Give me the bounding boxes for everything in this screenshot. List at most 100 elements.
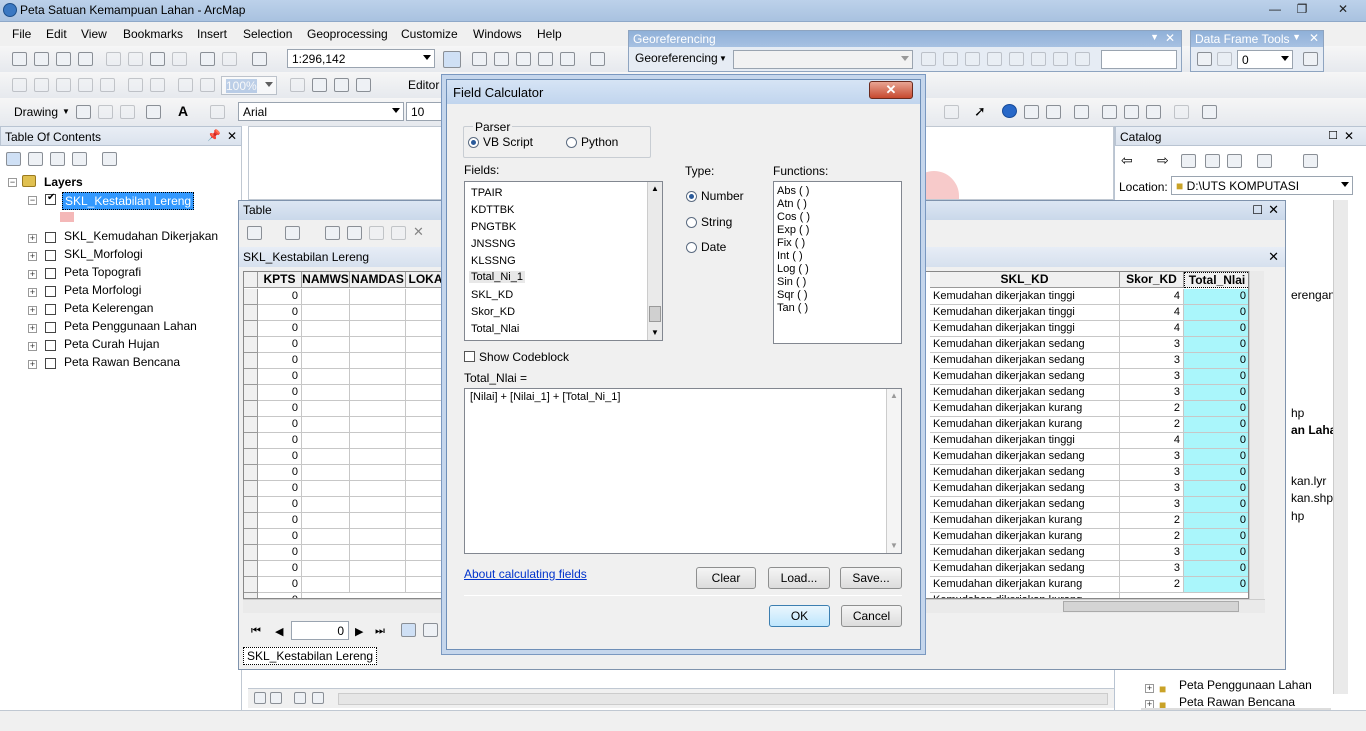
layer-4-expand-icon[interactable]: + (28, 288, 37, 297)
menu-file[interactable]: File (12, 27, 31, 41)
cell-skl-kd[interactable]: Kemudahan dikerjakan kurang (930, 401, 1120, 417)
layer-3-label[interactable]: Peta Topografi (64, 265, 141, 279)
dialog-close-button[interactable]: ✕ (869, 81, 913, 99)
row-selector[interactable] (244, 465, 258, 481)
layer-1-expand-icon[interactable]: + (28, 234, 37, 243)
change-layout-icon[interactable] (334, 78, 349, 92)
table-options-icon[interactable] (247, 226, 262, 240)
header-loka[interactable]: LOKA (406, 272, 446, 288)
cell-kpts[interactable]: 0 (258, 497, 302, 513)
cell-namdas[interactable] (350, 481, 406, 497)
open-icon[interactable] (34, 52, 49, 66)
cell-namws[interactable] (302, 369, 350, 385)
cell-skor-kd[interactable]: 3 (1120, 353, 1184, 369)
list-by-source-icon[interactable] (28, 152, 43, 166)
row-selector[interactable] (244, 481, 258, 497)
table-hscroll-thumb[interactable] (1063, 601, 1239, 612)
cell-skl-kd[interactable]: Kemudahan dikerjakan tinggi (930, 433, 1120, 449)
header-skl-kd[interactable]: SKL_KD (930, 272, 1120, 288)
clear-selection-icon[interactable] (369, 226, 384, 240)
undo-icon[interactable] (200, 52, 215, 66)
field-item[interactable]: KDTTBK (471, 204, 514, 216)
cell-namdas[interactable] (350, 577, 406, 593)
cell-namws[interactable] (302, 577, 350, 593)
fields-scrollbar[interactable]: ▲ ▼ (647, 182, 662, 340)
field-item[interactable]: JNSSNG (471, 238, 516, 250)
layer-8-expand-icon[interactable]: + (28, 360, 37, 369)
rectangle-icon[interactable] (146, 105, 161, 119)
cell-namdas[interactable] (350, 353, 406, 369)
select-elements-icon[interactable] (76, 105, 91, 119)
cell-skor-kd[interactable]: 4 (1120, 433, 1184, 449)
find-route-icon[interactable] (1124, 105, 1139, 119)
cell-skl-kd[interactable]: Kemudahan dikerjakan kurang (930, 513, 1120, 529)
forward-extent-icon[interactable] (150, 78, 165, 92)
new-icon[interactable] (12, 52, 27, 66)
cell-total-nlai[interactable]: 0 (1184, 465, 1248, 481)
select-by-attributes-icon[interactable] (325, 226, 340, 240)
switch-selection-icon[interactable] (347, 226, 362, 240)
catalog-item-0[interactable]: erengan (1291, 288, 1335, 302)
python-radio[interactable] (566, 137, 577, 148)
row-selector[interactable] (244, 337, 258, 353)
delete-selected-icon[interactable]: ✕ (413, 225, 428, 240)
cell-loka[interactable] (406, 497, 446, 513)
georeferencing-menu-arrow-icon[interactable]: ▼ (719, 54, 727, 63)
cell-namws[interactable] (302, 545, 350, 561)
cell-namdas[interactable] (350, 369, 406, 385)
font-size-combo[interactable]: 10 (406, 102, 448, 121)
cell-loka[interactable] (406, 417, 446, 433)
cell-loka[interactable] (406, 401, 446, 417)
cell-total-nlai[interactable]: 0 (1184, 497, 1248, 513)
row-selector[interactable] (244, 385, 258, 401)
cell-namws[interactable] (302, 289, 350, 305)
catalog-bottom-item-1[interactable]: Peta Penggunaan Lahan (1179, 678, 1312, 692)
search-window-icon[interactable] (516, 52, 531, 66)
row-selector[interactable] (244, 417, 258, 433)
delete-icon[interactable] (172, 52, 187, 66)
cell-skl-kd[interactable]: Kemudahan dikerjakan kurang (930, 577, 1120, 593)
catalog-expand-2[interactable]: + (1145, 684, 1154, 693)
cell-namws[interactable] (302, 353, 350, 369)
catalog-icon[interactable] (494, 52, 509, 66)
python-label[interactable]: Python (581, 135, 618, 149)
cell-skl-kd[interactable]: Kemudahan dikerjakan sedang (930, 481, 1120, 497)
cell-skl-kd[interactable]: Kemudahan dikerjakan sedang (930, 497, 1120, 513)
field-item[interactable]: Skor_KD (471, 306, 515, 318)
function-item[interactable]: Log ( ) (777, 263, 809, 275)
georeferencing-menu[interactable]: Georeferencing (635, 51, 718, 65)
record-position-input[interactable]: 0 (291, 621, 349, 640)
cell-namws[interactable] (302, 385, 350, 401)
cell-kpts[interactable]: 0 (258, 321, 302, 337)
cell-namdas[interactable] (350, 449, 406, 465)
cell-skor-kd[interactable]: 2 (1120, 513, 1184, 529)
goto-xy-icon[interactable] (1146, 105, 1161, 119)
georef-menu-arrow-icon[interactable]: ▼ (1150, 32, 1159, 42)
cell-skl-kd[interactable]: Kemudahan dikerjakan sedang (930, 337, 1120, 353)
cell-loka[interactable] (406, 433, 446, 449)
type-date-radio[interactable] (686, 242, 697, 253)
cell-namws[interactable] (302, 305, 350, 321)
cell-total-nlai[interactable]: 0 (1184, 577, 1248, 593)
cell-loka[interactable] (406, 305, 446, 321)
cell-total-nlai[interactable]: 0 (1184, 401, 1248, 417)
cell-namws[interactable] (302, 449, 350, 465)
cell-namws[interactable] (302, 513, 350, 529)
cell-skor-kd[interactable]: 2 (1120, 417, 1184, 433)
cell-loka[interactable] (406, 321, 446, 337)
cell-total-nlai[interactable]: 0 (1184, 385, 1248, 401)
zoom-selected-elements-icon[interactable] (120, 105, 135, 119)
function-item[interactable]: Exp ( ) (777, 224, 809, 236)
layer-4-checkbox[interactable] (45, 286, 56, 297)
find-icon[interactable] (1102, 105, 1117, 119)
ok-button[interactable]: OK (769, 605, 830, 627)
field-item[interactable]: SKL_KD (471, 289, 513, 301)
clear-button[interactable]: Clear (696, 567, 756, 589)
cell-loka[interactable] (406, 337, 446, 353)
drawing-menu-arrow-icon[interactable]: ▼ (62, 107, 70, 116)
measure-icon[interactable] (1074, 105, 1089, 119)
close-app-button[interactable]: ✕ (1325, 1, 1361, 18)
zoom-layer-icon[interactable] (100, 78, 115, 92)
cell-loka[interactable] (406, 545, 446, 561)
catalog-maximize-icon[interactable]: ☐ (1328, 129, 1338, 142)
